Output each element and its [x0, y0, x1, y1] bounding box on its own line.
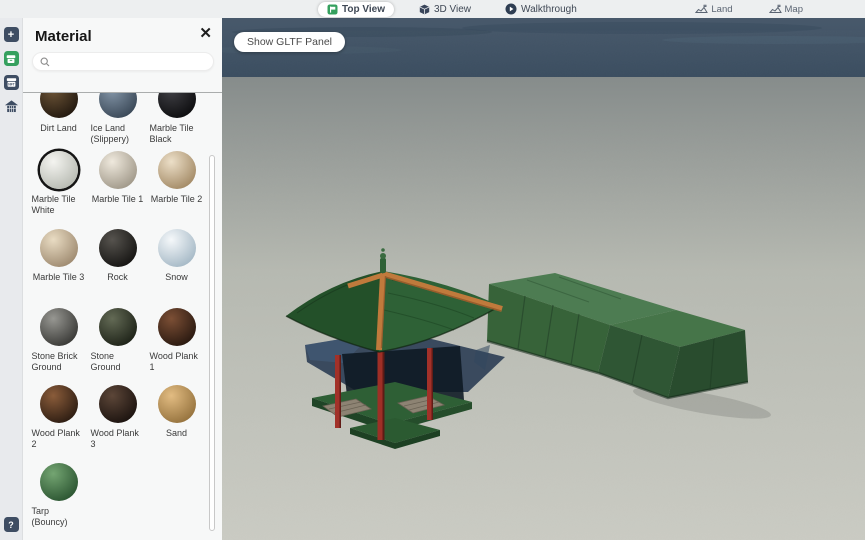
question-icon: ? [8, 520, 14, 530]
material-label: Marble Tile 1 [92, 194, 144, 205]
scrollbar[interactable] [209, 155, 215, 531]
help-button[interactable]: ? [4, 517, 19, 532]
material-thumbnail[interactable] [158, 229, 196, 267]
material-item-marble-tile-2[interactable]: Marble Tile 2 [147, 151, 206, 205]
material-item-stone-brick-ground[interactable]: Stone Brick Ground [29, 308, 88, 374]
topbar-right: Land Map [695, 0, 803, 18]
viewport[interactable]: Show GLTF Panel [222, 18, 865, 540]
material-label: Marble Tile 3 [33, 272, 85, 283]
search-icon [40, 57, 50, 67]
tab-3d-view[interactable]: 3D View [410, 2, 480, 17]
material-label: Tarp (Bouncy) [32, 506, 86, 529]
material-item-marble-tile-black[interactable]: Marble Tile Black [147, 93, 206, 146]
close-icon: ✕ [199, 25, 212, 42]
cube-icon [419, 4, 430, 15]
material-item-marble-tile-1[interactable]: Marble Tile 1 [88, 151, 147, 205]
material-panel: Material ✕ Dirt Land Ice Land (Slippery)… [22, 18, 222, 540]
play-icon [505, 3, 517, 15]
material-item-sand[interactable]: Sand [147, 385, 206, 439]
plus-button[interactable]: + [4, 27, 19, 42]
material-thumbnail[interactable] [40, 385, 78, 423]
material-thumbnail[interactable] [158, 151, 196, 189]
material-label: Stone Brick Ground [32, 351, 86, 374]
land-map-icon [695, 4, 708, 14]
material-label: Stone Ground [91, 351, 145, 374]
material-thumbnail[interactable] [99, 93, 137, 118]
material-thumbnail[interactable] [158, 93, 196, 118]
home-icon [4, 99, 19, 114]
tab-top-view[interactable]: Top View [318, 2, 394, 17]
material-thumbnail[interactable] [40, 93, 78, 118]
material-item-rock[interactable]: Rock [88, 229, 147, 283]
nft-box-button[interactable]: NFT [4, 75, 19, 90]
map-icon [769, 4, 782, 14]
topbar: Top View 3D View Walkthrough Land [0, 0, 865, 18]
material-grid: Dirt Land Ice Land (Slippery) Marble Til… [23, 93, 222, 540]
material-label: Wood Plank 1 [150, 351, 204, 374]
view-tabs: Top View 3D View Walkthrough [318, 0, 586, 18]
top-view-icon [327, 4, 338, 15]
material-thumbnail[interactable] [99, 308, 137, 346]
material-item-wood-plank-3[interactable]: Wood Plank 3 [88, 385, 147, 451]
material-label: Marble Tile Black [150, 123, 204, 146]
material-label: Snow [165, 272, 188, 283]
cloud-streak [462, 22, 822, 34]
material-item-snow[interactable]: Snow [147, 229, 206, 283]
nft-box-icon: NFT [5, 76, 18, 89]
land-button[interactable]: Land [695, 4, 732, 15]
material-thumbnail[interactable] [158, 308, 196, 346]
material-thumbnail[interactable] [99, 385, 137, 423]
material-thumbnail[interactable] [99, 151, 137, 189]
material-thumbnail[interactable] [40, 463, 78, 501]
tab-label: Walkthrough [521, 4, 577, 15]
map-button[interactable]: Map [769, 4, 803, 15]
material-label: Marble Tile 2 [151, 194, 203, 205]
tab-label: Top View [342, 4, 385, 15]
material-item-marble-tile-3[interactable]: Marble Tile 3 [29, 229, 88, 283]
material-item-stone-ground[interactable]: Stone Ground [88, 308, 147, 374]
material-item-dirt-land[interactable]: Dirt Land [29, 93, 88, 134]
map-label: Map [785, 4, 803, 15]
material-label: Wood Plank 3 [91, 428, 145, 451]
material-tool-button[interactable] [4, 51, 19, 66]
material-scroll-area[interactable]: Dirt Land Ice Land (Slippery) Marble Til… [23, 93, 222, 540]
search-input[interactable] [54, 56, 206, 67]
tab-walkthrough[interactable]: Walkthrough [496, 2, 586, 17]
material-label: Marble Tile White [32, 194, 86, 217]
scene-canvas[interactable] [222, 18, 865, 540]
material-item-wood-plank-1[interactable]: Wood Plank 1 [147, 308, 206, 374]
material-thumbnail[interactable] [158, 385, 196, 423]
material-label: Ice Land (Slippery) [91, 123, 145, 146]
show-gltf-panel-button[interactable]: Show GLTF Panel [234, 32, 345, 52]
material-thumbnail[interactable] [40, 229, 78, 267]
material-item-ice-land-slippery[interactable]: Ice Land (Slippery) [88, 93, 147, 146]
tool-rail: + NFT ? [0, 18, 22, 540]
material-thumbnail[interactable] [99, 229, 137, 267]
material-thumbnail[interactable] [40, 151, 78, 189]
material-item-tarp-bouncy[interactable]: Tarp (Bouncy) [29, 463, 88, 529]
nft-label: NFT [8, 83, 14, 87]
tab-label: 3D View [434, 4, 471, 15]
land-label: Land [711, 4, 732, 15]
material-item-wood-plank-2[interactable]: Wood Plank 2 [29, 385, 88, 451]
material-item-marble-tile-white[interactable]: Marble Tile White [29, 151, 88, 217]
material-label: Rock [107, 272, 128, 283]
close-button[interactable]: ✕ [199, 26, 212, 41]
material-box-icon [5, 53, 17, 65]
panel-title: Material [35, 28, 212, 45]
material-label: Dirt Land [40, 123, 77, 134]
home-button[interactable] [4, 99, 19, 114]
panel-header: Material ✕ [23, 18, 222, 45]
material-label: Wood Plank 2 [32, 428, 86, 451]
material-label: Sand [166, 428, 187, 439]
material-thumbnail[interactable] [40, 308, 78, 346]
plus-icon: + [8, 29, 14, 41]
search-box[interactable] [32, 52, 214, 71]
